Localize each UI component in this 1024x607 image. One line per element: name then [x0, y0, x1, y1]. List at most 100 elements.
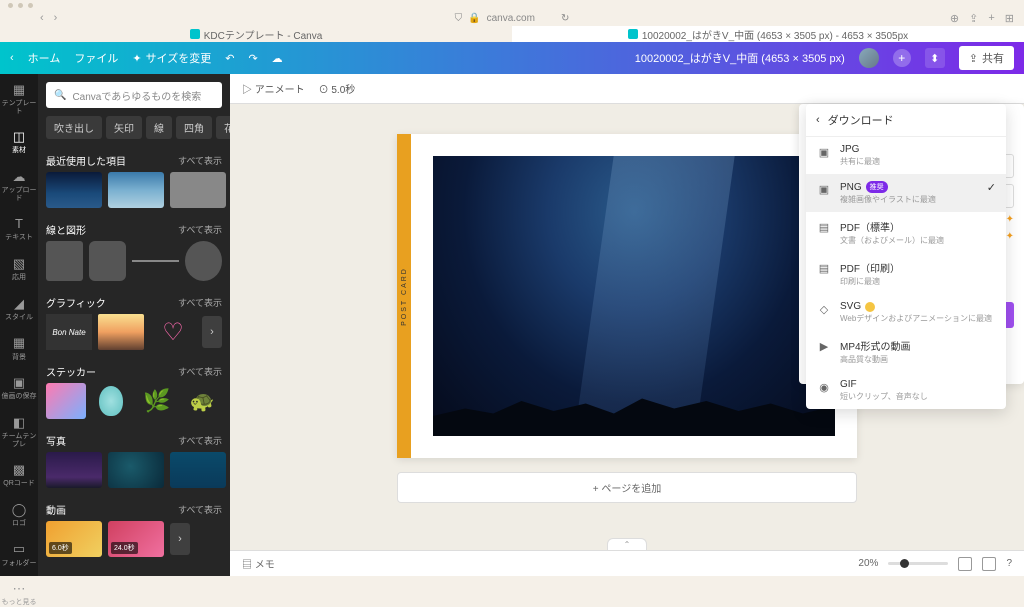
chip[interactable]: 四角: [176, 116, 212, 139]
recent-thumb[interactable]: [170, 172, 226, 208]
graphic-heart[interactable]: ♡: [150, 314, 196, 350]
undo-button[interactable]: ↶: [225, 52, 234, 65]
fullscreen-icon[interactable]: [982, 557, 996, 571]
rail-team[interactable]: ◧チームテンプレ: [0, 415, 38, 448]
video-thumb[interactable]: 6.0秒: [46, 521, 102, 557]
see-all-link[interactable]: すべて表示: [178, 154, 222, 167]
video-thumb[interactable]: 24.0秒: [108, 521, 164, 557]
notes-button[interactable]: ▤ メモ: [242, 556, 275, 571]
chip[interactable]: 線: [146, 116, 172, 139]
browser-tabs: KDCテンプレート - Canva 10020002_はがきV_中面 (4653…: [0, 26, 1024, 42]
rail-logo[interactable]: ◯ロゴ: [11, 502, 27, 528]
rail-elements[interactable]: ◫素材: [11, 129, 27, 155]
redo-button[interactable]: ↷: [248, 52, 257, 65]
graphic-thumb[interactable]: [98, 314, 144, 350]
canvas-toolbar: ▷ アニメート ⊙ 5.0秒: [230, 74, 1024, 104]
recent-thumb[interactable]: [108, 172, 164, 208]
rail-uploads[interactable]: ☁アップロード: [0, 169, 38, 202]
document-title[interactable]: 10020002_はがきV_中面 (4653 × 3505 px): [635, 50, 845, 66]
add-page-button[interactable]: + ページを追加: [397, 472, 857, 503]
document-icon: ▤: [816, 260, 832, 276]
photo-thumb[interactable]: [170, 452, 226, 488]
grid-view-icon[interactable]: [958, 557, 972, 571]
see-all-link[interactable]: すべて表示: [178, 434, 222, 447]
tabs-icon[interactable]: ⊞: [1005, 12, 1014, 25]
section-title: グラフィック: [46, 295, 106, 310]
night-sky-photo[interactable]: [433, 156, 835, 436]
check-icon: ✓: [987, 181, 996, 194]
nav-back[interactable]: ‹: [40, 12, 44, 24]
download-dropdown: ‹ダウンロード ▣ JPG共有に最適 ▣ PNG推奨複雑画像やイラストに最適 ✓…: [806, 104, 1006, 409]
browser-tab-1[interactable]: KDCテンプレート - Canva: [0, 26, 512, 42]
download-option-pdf-std[interactable]: ▤ PDF（標準）文書（およびメール）に最適: [806, 212, 1006, 253]
insights-icon[interactable]: ⬍: [925, 48, 945, 68]
browser-chrome-top: [0, 0, 1024, 10]
rail-background[interactable]: ▦背景: [11, 336, 27, 362]
add-collaborator-button[interactable]: +: [893, 49, 911, 67]
chip[interactable]: 花: [216, 116, 230, 139]
see-all-link[interactable]: すべて表示: [178, 503, 222, 516]
share-button[interactable]: ⇪ 共有: [959, 46, 1014, 70]
user-avatar[interactable]: [859, 48, 879, 68]
download-option-png[interactable]: ▣ PNG推奨複雑画像やイラストに最適 ✓: [806, 174, 1006, 212]
download-option-mp4[interactable]: ▶ MP4形式の動画高品質な動画: [806, 331, 1006, 372]
shape-square[interactable]: [46, 241, 83, 281]
shape-rounded[interactable]: [89, 241, 126, 281]
sticker-leaf[interactable]: 🌿: [137, 383, 177, 419]
duration-button[interactable]: ⊙ 5.0秒: [319, 81, 356, 96]
download-option-gif[interactable]: ◉ GIF短いクリップ、音声なし: [806, 372, 1006, 409]
download-option-svg[interactable]: ◇ SVGWebデザインおよびアニメーションに最適: [806, 294, 1006, 331]
timeline-handle[interactable]: ⌃: [607, 538, 647, 550]
rail-more1[interactable]: ▧応用: [11, 256, 27, 282]
recent-thumb[interactable]: [46, 172, 102, 208]
filter-chips: 吹き出し 矢印 線 四角 花 ›: [38, 116, 230, 147]
download-option-pdf-print[interactable]: ▤ PDF（印刷）印刷に最適: [806, 253, 1006, 294]
rail-more[interactable]: ⋯もっと見る: [2, 581, 37, 607]
section-title: 動画: [46, 502, 66, 517]
app-header: ‹ ホーム ファイル ✦ サイズを変更 ↶ ↷ ☁ 10020002_はがきV_…: [0, 42, 1024, 74]
shape-circle[interactable]: [185, 241, 222, 281]
browser-tab-2[interactable]: 10020002_はがきV_中面 (4653 × 3505 px) - 4653…: [512, 26, 1024, 42]
gif-icon: ◉: [816, 379, 832, 395]
see-all-link[interactable]: すべて表示: [178, 296, 222, 309]
nav-fwd[interactable]: ›: [54, 12, 58, 24]
chip[interactable]: 矢印: [106, 116, 142, 139]
search-input[interactable]: 🔍Canvaであらゆるものを検索: [46, 82, 222, 108]
resize-button[interactable]: ✦ サイズを変更: [132, 50, 211, 66]
chip[interactable]: 吹き出し: [46, 116, 102, 139]
download-option-jpg[interactable]: ▣ JPG共有に最適: [806, 137, 1006, 174]
see-all-link[interactable]: すべて表示: [178, 223, 222, 236]
shape-line[interactable]: [132, 260, 178, 262]
zoom-label[interactable]: 20%: [858, 558, 878, 569]
row-next[interactable]: ›: [170, 523, 190, 555]
help-icon[interactable]: ?: [1006, 558, 1012, 569]
rail-styles[interactable]: ◢スタイル: [5, 296, 33, 322]
new-tab-icon[interactable]: +: [988, 12, 994, 25]
rail-text[interactable]: Tテキスト: [5, 216, 33, 242]
back-icon[interactable]: ‹: [10, 52, 14, 64]
zoom-slider[interactable]: [888, 562, 948, 565]
see-all-link[interactable]: すべて表示: [178, 365, 222, 378]
refresh-icon[interactable]: ↻: [561, 13, 569, 24]
file-button[interactable]: ファイル: [74, 50, 118, 66]
cloud-sync-icon: ☁: [272, 52, 283, 65]
sticker-thumb[interactable]: [46, 383, 86, 419]
row-next[interactable]: ›: [202, 316, 222, 348]
animate-button[interactable]: ▷ アニメート: [242, 81, 305, 96]
rail-templates[interactable]: ▦テンプレート: [0, 82, 38, 115]
share-icon[interactable]: ⇪: [969, 12, 978, 25]
photo-thumb[interactable]: [46, 452, 102, 488]
back-icon[interactable]: ‹: [816, 114, 820, 126]
vector-icon: ◇: [816, 301, 832, 317]
rail-qr[interactable]: ▩QRコード: [3, 462, 35, 488]
page-1[interactable]: POST CARD: [397, 134, 857, 458]
sticker-lantern[interactable]: [92, 383, 132, 419]
home-button[interactable]: ホーム: [28, 50, 61, 66]
photo-thumb[interactable]: [108, 452, 164, 488]
sticker-turtle[interactable]: 🐢: [183, 383, 223, 419]
canvas-area: ▷ アニメート ⊙ 5.0秒 ⌄ 1 ✦ ✦ ‹ダウンロード ▣ JPG共有に最…: [230, 74, 1024, 576]
rail-folder[interactable]: ▭フォルダー: [2, 542, 37, 568]
rail-save[interactable]: ▣億画の保存: [2, 375, 37, 401]
graphic-thumb[interactable]: Bon Nate: [46, 314, 92, 350]
download-icon[interactable]: ⊕: [950, 12, 959, 25]
